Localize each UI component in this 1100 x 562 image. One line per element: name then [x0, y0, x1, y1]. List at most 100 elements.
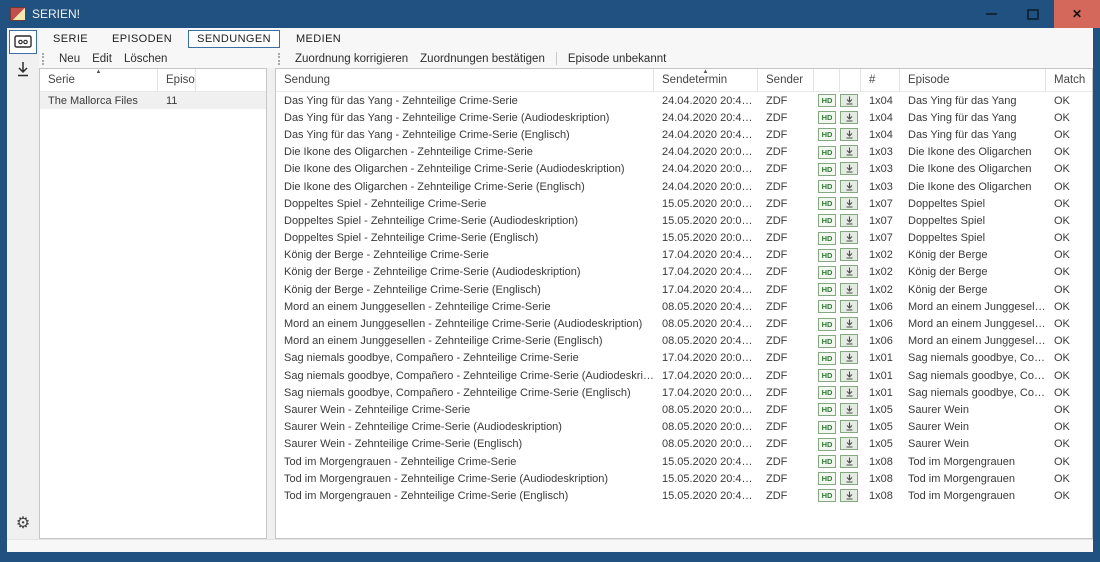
- table-row[interactable]: Das Ying für das Yang - Zehnteilige Crim…: [276, 109, 1092, 126]
- series-list-row[interactable]: The Mallorca Files 11: [40, 92, 266, 109]
- column-header-match[interactable]: Match: [1046, 69, 1092, 91]
- table-row[interactable]: Mord an einem Junggesellen - Zehnteilige…: [276, 333, 1092, 350]
- download-icon[interactable]: [840, 455, 858, 468]
- download-icon[interactable]: [840, 111, 858, 124]
- loeschen-button[interactable]: Löschen: [118, 52, 173, 66]
- neu-button[interactable]: Neu: [53, 52, 86, 66]
- zuordnung-korrigieren-button[interactable]: Zuordnung korrigieren: [289, 52, 414, 66]
- cell-episode: Tod im Morgengrauen: [900, 490, 1046, 502]
- column-header-sender[interactable]: Sender: [758, 69, 814, 91]
- download-icon[interactable]: [840, 214, 858, 227]
- tv-rail-button[interactable]: [9, 30, 37, 54]
- tab-sendungen[interactable]: SENDUNGEN: [188, 30, 280, 48]
- maximize-button[interactable]: [1012, 0, 1054, 28]
- download-icon[interactable]: [840, 489, 858, 502]
- column-header-episoden[interactable]: Episo…: [158, 69, 196, 91]
- cell-sendung: Tod im Morgengrauen - Zehnteilige Crime-…: [276, 456, 654, 468]
- tab-serie[interactable]: SERIE: [45, 31, 96, 47]
- cell-sender: ZDF: [758, 95, 814, 107]
- cell-sendung: Doppeltes Spiel - Zehnteilige Crime-Seri…: [276, 215, 654, 227]
- cell-episode-number: 1x07: [861, 215, 900, 227]
- download-icon[interactable]: [840, 420, 858, 433]
- cell-sendetermin: 15.05.2020 20:45 (…: [654, 456, 758, 468]
- download-icon[interactable]: [840, 248, 858, 261]
- cell-sender: ZDF: [758, 215, 814, 227]
- tab-medien[interactable]: MEDIEN: [288, 31, 349, 47]
- table-row[interactable]: Tod im Morgengrauen - Zehnteilige Crime-…: [276, 470, 1092, 487]
- download-icon[interactable]: [840, 472, 858, 485]
- table-row[interactable]: Mord an einem Junggesellen - Zehnteilige…: [276, 315, 1092, 332]
- table-row[interactable]: Sag niemals goodbye, Compañero - Zehntei…: [276, 384, 1092, 401]
- download-icon[interactable]: [840, 369, 858, 382]
- table-row[interactable]: Das Ying für das Yang - Zehnteilige Crim…: [276, 92, 1092, 109]
- column-header-serie[interactable]: Serie ▲: [40, 69, 158, 91]
- table-row[interactable]: Saurer Wein - Zehnteilige Crime-Serie (A…: [276, 419, 1092, 436]
- column-header-episode[interactable]: Episode: [900, 69, 1046, 91]
- episode-unbekannt-button[interactable]: Episode unbekannt: [562, 52, 672, 66]
- settings-button[interactable]: ⚙: [16, 513, 30, 533]
- download-rail-button[interactable]: [10, 58, 36, 80]
- download-icon[interactable]: [840, 351, 858, 364]
- toolbar-grip[interactable]: [42, 53, 46, 65]
- cell-sendung: Tod im Morgengrauen - Zehnteilige Crime-…: [276, 473, 654, 485]
- table-row[interactable]: Die Ikone des Oligarchen - Zehnteilige C…: [276, 178, 1092, 195]
- column-header-sendung[interactable]: Sendung: [276, 69, 654, 91]
- cell-match: OK: [1046, 198, 1092, 210]
- column-header-download[interactable]: [840, 69, 861, 91]
- column-header-number[interactable]: #: [861, 69, 900, 91]
- table-row[interactable]: Doppeltes Spiel - Zehnteilige Crime-Seri…: [276, 230, 1092, 247]
- cell-sendung: Sag niemals goodbye, Compañero - Zehntei…: [276, 387, 654, 399]
- hd-icon: HD: [818, 214, 836, 227]
- download-icon[interactable]: [840, 180, 858, 193]
- download-icon[interactable]: [840, 94, 858, 107]
- download-icon[interactable]: [840, 386, 858, 399]
- column-header-sendetermin[interactable]: Sendetermin ▲: [654, 69, 758, 91]
- table-row[interactable]: Tod im Morgengrauen - Zehnteilige Crime-…: [276, 453, 1092, 470]
- edit-button[interactable]: Edit: [86, 52, 118, 66]
- table-row[interactable]: Tod im Morgengrauen - Zehnteilige Crime-…: [276, 487, 1092, 504]
- table-row[interactable]: Saurer Wein - Zehnteilige Crime-Serie (E…: [276, 436, 1092, 453]
- cell-episode: Mord an einem Junggesellen: [900, 301, 1046, 313]
- download-icon[interactable]: [840, 403, 858, 416]
- cell-serie: The Mallorca Files: [40, 95, 158, 107]
- download-icon[interactable]: [840, 334, 858, 347]
- table-row[interactable]: König der Berge - Zehnteilige Crime-Seri…: [276, 247, 1092, 264]
- cell-episode-number: 1x08: [861, 473, 900, 485]
- download-icon[interactable]: [840, 317, 858, 330]
- download-icon[interactable]: [840, 128, 858, 141]
- column-header-hd[interactable]: [814, 69, 840, 91]
- table-row[interactable]: Das Ying für das Yang - Zehnteilige Crim…: [276, 126, 1092, 143]
- table-row[interactable]: Sag niemals goodbye, Compañero - Zehntei…: [276, 350, 1092, 367]
- download-icon[interactable]: [840, 265, 858, 278]
- table-row[interactable]: Mord an einem Junggesellen - Zehnteilige…: [276, 298, 1092, 315]
- hd-icon: HD: [818, 111, 836, 124]
- table-row[interactable]: König der Berge - Zehnteilige Crime-Seri…: [276, 281, 1092, 298]
- table-row[interactable]: Doppeltes Spiel - Zehnteilige Crime-Seri…: [276, 195, 1092, 212]
- download-icon[interactable]: [840, 283, 858, 296]
- cell-sendetermin: 08.05.2020 20:45 (…: [654, 318, 758, 330]
- table-row[interactable]: Saurer Wein - Zehnteilige Crime-Serie 08…: [276, 401, 1092, 418]
- download-icon[interactable]: [840, 145, 858, 158]
- table-row[interactable]: Sag niemals goodbye, Compañero - Zehntei…: [276, 367, 1092, 384]
- toolbar-grip[interactable]: [278, 53, 282, 65]
- download-icon[interactable]: [840, 197, 858, 210]
- column-label: Serie: [48, 74, 75, 86]
- hd-icon: HD: [818, 180, 836, 193]
- cell-episode: Mord an einem Junggesellen: [900, 335, 1046, 347]
- download-icon[interactable]: [840, 231, 858, 244]
- sort-asc-icon: ▲: [96, 69, 102, 75]
- table-row[interactable]: Die Ikone des Oligarchen - Zehnteilige C…: [276, 144, 1092, 161]
- download-icon[interactable]: [840, 437, 858, 450]
- cell-match: OK: [1046, 284, 1092, 296]
- cell-episode-number: 1x07: [861, 232, 900, 244]
- table-row[interactable]: König der Berge - Zehnteilige Crime-Seri…: [276, 264, 1092, 281]
- download-icon[interactable]: [840, 162, 858, 175]
- zuordnungen-bestaetigen-button[interactable]: Zuordnungen bestätigen: [414, 52, 551, 66]
- download-icon[interactable]: [840, 300, 858, 313]
- close-button[interactable]: ✕: [1054, 0, 1100, 28]
- minimize-button[interactable]: [970, 0, 1012, 28]
- table-row[interactable]: Doppeltes Spiel - Zehnteilige Crime-Seri…: [276, 212, 1092, 229]
- tab-episoden[interactable]: EPISODEN: [104, 31, 180, 47]
- table-row[interactable]: Die Ikone des Oligarchen - Zehnteilige C…: [276, 161, 1092, 178]
- cell-match: OK: [1046, 112, 1092, 124]
